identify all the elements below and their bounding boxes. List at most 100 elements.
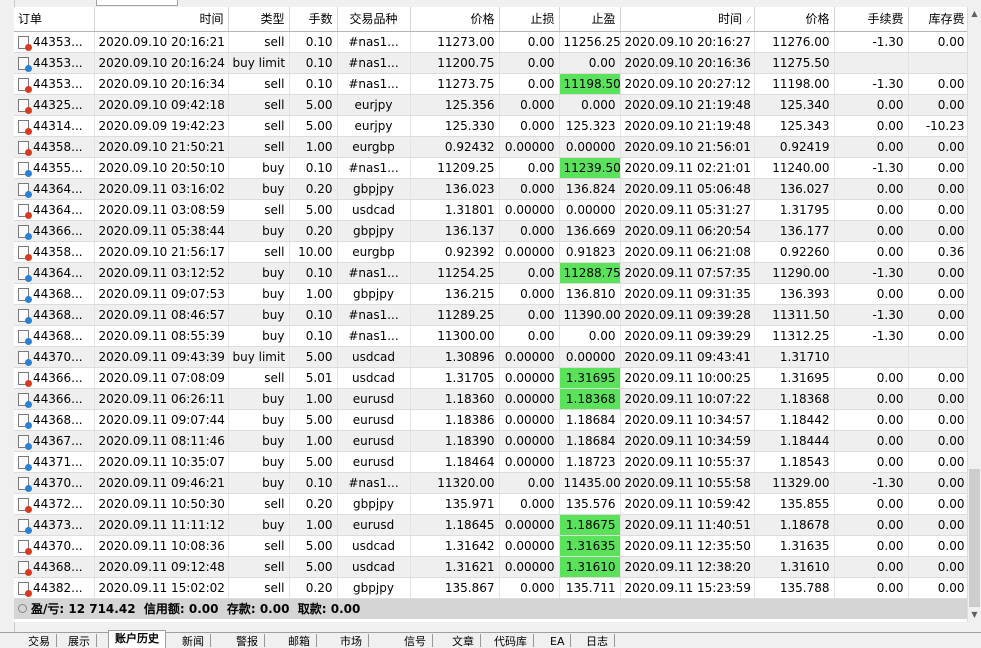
table-row[interactable]: 44368... 2020.09.11 08:55:39 buy 0.10 #nas1.… [14,325,967,347]
table-row[interactable]: 44366... 2020.09.11 06:26:11 buy 1.00 eurusd… [14,388,967,410]
cell-close-price: 136.177 [754,220,835,242]
col-header-commission[interactable]: 手续费 [834,7,909,32]
buy-order-icon [18,392,32,408]
tab-2[interactable]: 账户历史 [108,630,166,648]
cell-close-time: 2020.09.10 20:16:36 [620,52,755,74]
cell-take-profit: 136.824 [559,178,621,200]
cell-take-profit: 11256.25 [559,31,621,53]
table-row[interactable]: 44355... 2020.09.10 20:50:10 buy 0.10 #nas1.… [14,157,967,179]
table-row[interactable]: 44358... 2020.09.10 21:50:21 sell 1.00 eurgb… [14,136,967,158]
cell-close-price: 11290.00 [754,262,835,284]
cell-commission: -1.30 [834,31,909,53]
table-row[interactable]: 44353... 2020.09.10 20:16:34 sell 0.10 #nas1… [14,73,967,95]
vertical-scrollbar[interactable]: ▲ ▼ [967,7,981,622]
cell-close-price: 1.31610 [754,556,835,578]
col-header-type[interactable]: 类型 [228,7,290,32]
col-header-take-profit[interactable]: 止盈 [559,7,621,32]
cell-commission: 0.00 [834,577,909,599]
table-row[interactable]: 44370... 2020.09.11 09:46:21 buy 0.10 #nas1.… [14,472,967,494]
cell-stop-loss: 0.000 [499,577,560,599]
summary-dot-icon [18,604,27,614]
cell-swap: 0.00 [908,556,967,578]
col-header-order[interactable]: 订单 [14,7,95,32]
cell-close-price: 136.027 [754,178,835,200]
cell-swap: 0.00 [908,283,967,305]
tab-8[interactable]: 文章 [446,634,481,647]
cell-swap: 0.00 [908,325,967,347]
col-header-open-time[interactable]: 时间 [94,7,229,32]
table-row[interactable]: 44364... 2020.09.11 03:16:02 buy 0.20 gbpjpy… [14,178,967,200]
top-tab-edge [96,0,178,6]
table-row[interactable]: 44372... 2020.09.11 10:50:30 sell 0.20 gbpjp… [14,493,967,515]
scroll-down-arrow-icon[interactable]: ▼ [968,608,981,622]
cell-swap: 0.00 [908,157,967,179]
cell-close-price: 1.18368 [754,388,835,410]
tab-1[interactable]: 展示 [62,634,97,647]
cell-close-price: 1.31695 [754,367,835,389]
cell-lots: 5.00 [289,115,338,137]
table-row[interactable]: 44373... 2020.09.11 11:11:12 buy 1.00 eurusd… [14,514,967,536]
col-header-swap[interactable]: 库存费 [908,7,967,32]
table-row[interactable]: 44366... 2020.09.11 05:38:44 buy 0.20 gbpjpy… [14,220,967,242]
cell-swap: 0.00 [908,31,967,53]
buy-order-icon [18,266,32,282]
table-row[interactable]: 44364... 2020.09.11 03:12:52 buy 0.10 #nas1.… [14,262,967,284]
cell-open-time: 2020.09.11 10:35:07 [94,451,229,473]
cell-close-time: 2020.09.11 06:20:54 [620,220,755,242]
table-row[interactable]: 44370... 2020.09.11 10:08:36 sell 5.00 usdca… [14,535,967,557]
cell-close-price: 1.18543 [754,451,835,473]
table-row[interactable]: 44353... 2020.09.10 20:16:21 sell 0.10 #nas1… [14,31,967,53]
table-row[interactable]: 44382... 2020.09.11 15:02:02 sell 0.20 gbpjp… [14,577,967,599]
cell-lots: 0.10 [289,157,338,179]
cell-symbol: #nas1... [337,31,411,53]
table-row[interactable]: 44368... 2020.09.11 09:12:48 sell 5.00 usdca… [14,556,967,578]
col-header-lots[interactable]: 手数 [289,7,338,32]
scrollbar-thumb[interactable] [969,469,980,607]
table-row[interactable]: 44368... 2020.09.11 09:07:44 buy 5.00 eurusd… [14,409,967,431]
table-row[interactable]: 44368... 2020.09.11 08:46:57 buy 0.10 #nas1.… [14,304,967,326]
col-header-stop-loss[interactable]: 止损 [499,7,560,32]
cell-close-price: 136.393 [754,283,835,305]
table-row[interactable]: 44366... 2020.09.11 07:08:09 sell 5.01 usdca… [14,367,967,389]
cell-symbol: eurusd [337,430,411,452]
col-header-close-time[interactable]: 时间 ⁄ [620,7,755,32]
tab-4[interactable]: 警报 [230,634,265,647]
sell-order-icon [18,140,32,156]
table-row[interactable]: 44371... 2020.09.11 10:35:07 buy 5.00 eurusd… [14,451,967,473]
cell-open-price: 136.137 [410,220,500,242]
cell-lots: 1.00 [289,514,338,536]
table-row[interactable]: 44358... 2020.09.10 21:56:17 sell 10.00 eurg… [14,241,967,263]
cell-type: sell [228,115,290,137]
tab-6[interactable]: 市场 [334,634,369,647]
table-row[interactable]: 44364... 2020.09.11 03:08:59 sell 5.00 usdca… [14,199,967,221]
col-header-symbol[interactable]: 交易品种 [337,7,411,32]
tab-9[interactable]: 代码库 [488,634,534,647]
cell-commission: -1.30 [834,472,909,494]
buy-order-icon [18,161,32,177]
tab-7[interactable]: 信号 [398,634,433,647]
tab-3[interactable]: 新闻 [176,634,211,647]
table-row[interactable]: 44367... 2020.09.11 08:11:46 buy 1.00 eurusd… [14,430,967,452]
tab-5[interactable]: 邮箱 [282,634,317,647]
scroll-up-arrow-icon[interactable]: ▲ [968,7,981,21]
table-row[interactable]: 44325... 2020.09.10 09:42:18 sell 5.00 eurjp… [14,94,967,116]
cell-symbol: eurjpy [337,115,411,137]
tab-0[interactable]: 交易 [22,634,57,647]
cell-stop-loss: 0.00 [499,325,560,347]
cell-take-profit: 135.711 [559,577,621,599]
table-row[interactable]: 44314... 2020.09.09 19:42:23 sell 5.00 eurjp… [14,115,967,137]
table-row[interactable]: 44353... 2020.09.10 20:16:24 buy limit 0.10… [14,52,967,74]
table-row[interactable]: 44370... 2020.09.11 09:43:39 buy limit 5.00… [14,346,967,368]
header-row: 订单 时间 类型 手数 交易品种 价格 止损 止盈 时间 ⁄ 价格 手续费 库存费… [14,7,967,32]
tab-11[interactable]: 日志 [580,634,615,647]
sell-order-icon [18,203,32,219]
terminal-tab-bar: 交易 展示 账户历史 新闻 警报 邮箱 市场 信号 文章 代码库 EA 日志 [0,630,981,648]
col-header-close-price[interactable]: 价格 [754,7,835,32]
tab-10[interactable]: EA [544,634,572,647]
table-row[interactable]: 44368... 2020.09.11 09:07:53 buy 1.00 gbpjpy… [14,283,967,305]
cell-commission: -1.30 [834,325,909,347]
cell-type: buy [228,430,290,452]
cell-close-time: 2020.09.11 09:31:35 [620,283,755,305]
col-header-open-price[interactable]: 价格 [410,7,500,32]
cell-order-id: 44368... [14,304,95,326]
